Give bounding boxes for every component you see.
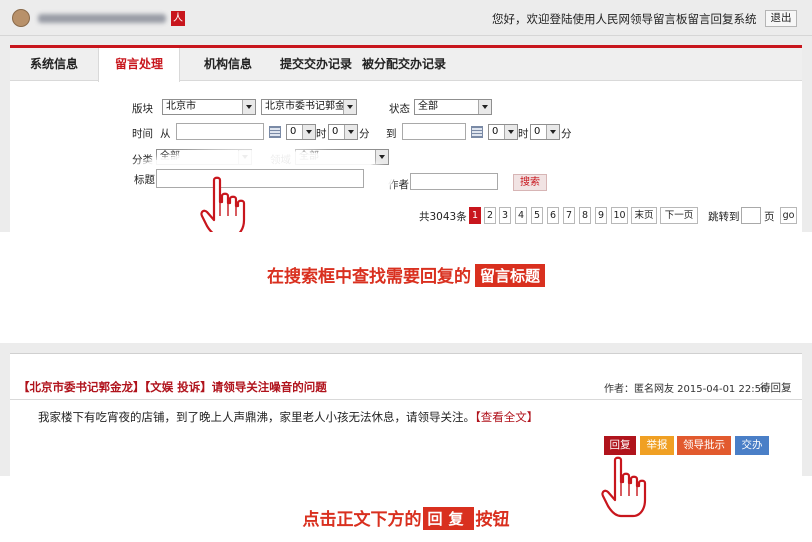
page-10[interactable]: 10 bbox=[611, 207, 628, 224]
tab-bar: 系统信息 留言处理 机构信息 提交交办记录 被分配交办记录 bbox=[10, 48, 802, 82]
chevron-down-icon bbox=[546, 125, 559, 139]
top-bar: 人 您好，欢迎登陆使用人民网领导留言板留言回复系统 退出 bbox=[0, 0, 812, 36]
pointing-hand-icon bbox=[200, 176, 246, 232]
target-select[interactable]: 北京市委书记郭金 bbox=[261, 99, 357, 115]
calendar-icon[interactable] bbox=[471, 126, 483, 138]
tab-submitted-assignments[interactable]: 提交交办记录 bbox=[280, 48, 352, 81]
end-hour-select[interactable]: 0 bbox=[488, 124, 518, 140]
status-select[interactable]: 全部 bbox=[414, 99, 492, 115]
status-label: 状态 bbox=[389, 103, 410, 115]
minute-unit: 分 bbox=[561, 128, 572, 140]
screenshot-search-panel: 人 您好，欢迎登陆使用人民网领导留言板留言回复系统 退出 系统信息 留言处理 机… bbox=[0, 0, 812, 232]
hour-unit: 时 bbox=[316, 128, 327, 140]
page-6[interactable]: 6 bbox=[547, 207, 559, 224]
tab-message-processing[interactable]: 留言处理 bbox=[98, 48, 180, 82]
step2-tag: 回复 bbox=[423, 507, 474, 530]
search-button[interactable]: 搜索 bbox=[513, 174, 547, 191]
page-4[interactable]: 4 bbox=[515, 207, 527, 224]
start-date-input[interactable] bbox=[176, 123, 264, 140]
message-header: 【北京市委书记郭金龙】【文娱 投诉】请领导关注噪音的问题 作者：匿名网友 201… bbox=[10, 370, 802, 400]
end-date-input[interactable] bbox=[402, 123, 466, 140]
chevron-down-icon bbox=[375, 150, 388, 164]
welcome-text: 您好，欢迎登陆使用人民网领导留言板留言回复系统 bbox=[492, 12, 757, 26]
page-7[interactable]: 7 bbox=[563, 207, 575, 224]
chevron-down-icon bbox=[504, 125, 517, 139]
chevron-down-icon bbox=[302, 125, 315, 139]
leader-review-button[interactable]: 领导批示 bbox=[677, 436, 731, 455]
start-hour-select[interactable]: 0 bbox=[286, 124, 316, 140]
report-button[interactable]: 举报 bbox=[640, 436, 674, 455]
message-body: 我家楼下有吃宵夜的店铺，到了晚上人声鼎沸，家里老人小孩无法休息，请领导关注。【查… bbox=[38, 409, 538, 425]
calendar-icon[interactable] bbox=[269, 126, 281, 138]
chevron-down-icon bbox=[242, 100, 255, 114]
time-label: 时间 bbox=[132, 128, 153, 140]
chevron-down-icon bbox=[343, 100, 356, 114]
minute-unit: 分 bbox=[359, 128, 370, 140]
step1-tag: 留言标题 bbox=[474, 264, 545, 287]
step1-caption: 在搜索框中查找需要回复的 留言标题 bbox=[0, 262, 812, 287]
title-label: 标题 bbox=[134, 174, 155, 186]
blurred-username bbox=[38, 14, 166, 23]
tab-system-info[interactable]: 系统信息 bbox=[30, 48, 78, 81]
page-1[interactable]: 1 bbox=[469, 207, 481, 224]
last-page-button[interactable]: 末页 bbox=[631, 207, 657, 224]
message-card: 【北京市委书记郭金龙】【文娱 投诉】请领导关注噪音的问题 作者：匿名网友 201… bbox=[10, 353, 802, 476]
step1-text: 在搜索框中查找需要回复的 bbox=[266, 267, 471, 287]
main-content: 系统信息 留言处理 机构信息 提交交办记录 被分配交办记录 版块 北京市 北京市… bbox=[10, 45, 802, 232]
pagination: 共3043条 1 2 3 4 5 6 7 8 9 10 末页 下一页 跳转到 页… bbox=[0, 207, 812, 224]
reply-button[interactable]: 回复 bbox=[604, 436, 636, 455]
tab-org-info[interactable]: 机构信息 bbox=[204, 48, 252, 81]
step2-caption: 点击正文下方的 回复 按钮 bbox=[0, 505, 812, 530]
message-title[interactable]: 【北京市委书记郭金龙】【文娱 投诉】请领导关注噪音的问题 bbox=[18, 379, 327, 395]
step2-text-after: 按钮 bbox=[475, 510, 510, 530]
people-daily-logo-icon: 人 bbox=[171, 11, 185, 26]
message-meta: 作者：匿名网友 2015-04-01 22:56 bbox=[604, 384, 768, 395]
tab-assigned-records[interactable]: 被分配交办记录 bbox=[362, 48, 446, 81]
message-text: 我家楼下有吃宵夜的店铺，到了晚上人声鼎沸，家里老人小孩无法休息，请领导关注。 bbox=[38, 410, 475, 424]
chevron-down-icon bbox=[344, 125, 357, 139]
go-button[interactable]: go bbox=[780, 207, 797, 224]
author-input[interactable] bbox=[410, 173, 498, 190]
user-avatar bbox=[12, 9, 30, 27]
jump-page-input[interactable] bbox=[741, 207, 761, 224]
to-label: 到 bbox=[386, 128, 397, 140]
screenshot-message-panel: 【北京市委书记郭金龙】【文娱 投诉】请领导关注噪音的问题 作者：匿名网友 201… bbox=[0, 343, 812, 476]
title-search-input[interactable] bbox=[156, 169, 364, 188]
page-5[interactable]: 5 bbox=[531, 207, 543, 224]
next-page-button[interactable]: 下一页 bbox=[660, 207, 698, 224]
chevron-down-icon bbox=[478, 100, 491, 114]
page-8[interactable]: 8 bbox=[579, 207, 591, 224]
total-count: 共3043条 bbox=[419, 211, 467, 223]
section-label: 版块 bbox=[132, 103, 153, 115]
page-unit: 页 bbox=[764, 211, 775, 223]
assign-button[interactable]: 交办 bbox=[735, 436, 769, 455]
page-2[interactable]: 2 bbox=[484, 207, 496, 224]
hour-unit: 时 bbox=[518, 128, 529, 140]
logout-button[interactable]: 退出 bbox=[765, 10, 797, 27]
start-minute-select[interactable]: 0 bbox=[328, 124, 358, 140]
page-3[interactable]: 3 bbox=[499, 207, 511, 224]
message-status: 待回复 bbox=[760, 382, 792, 394]
from-label: 从 bbox=[160, 128, 171, 140]
section-select[interactable]: 北京市 bbox=[162, 99, 256, 115]
step2-text-before: 点击正文下方的 bbox=[302, 510, 422, 530]
jump-label: 跳转到 bbox=[708, 211, 740, 223]
view-full-link[interactable]: 【查看全文】 bbox=[475, 410, 538, 424]
page-9[interactable]: 9 bbox=[595, 207, 607, 224]
end-minute-select[interactable]: 0 bbox=[530, 124, 560, 140]
